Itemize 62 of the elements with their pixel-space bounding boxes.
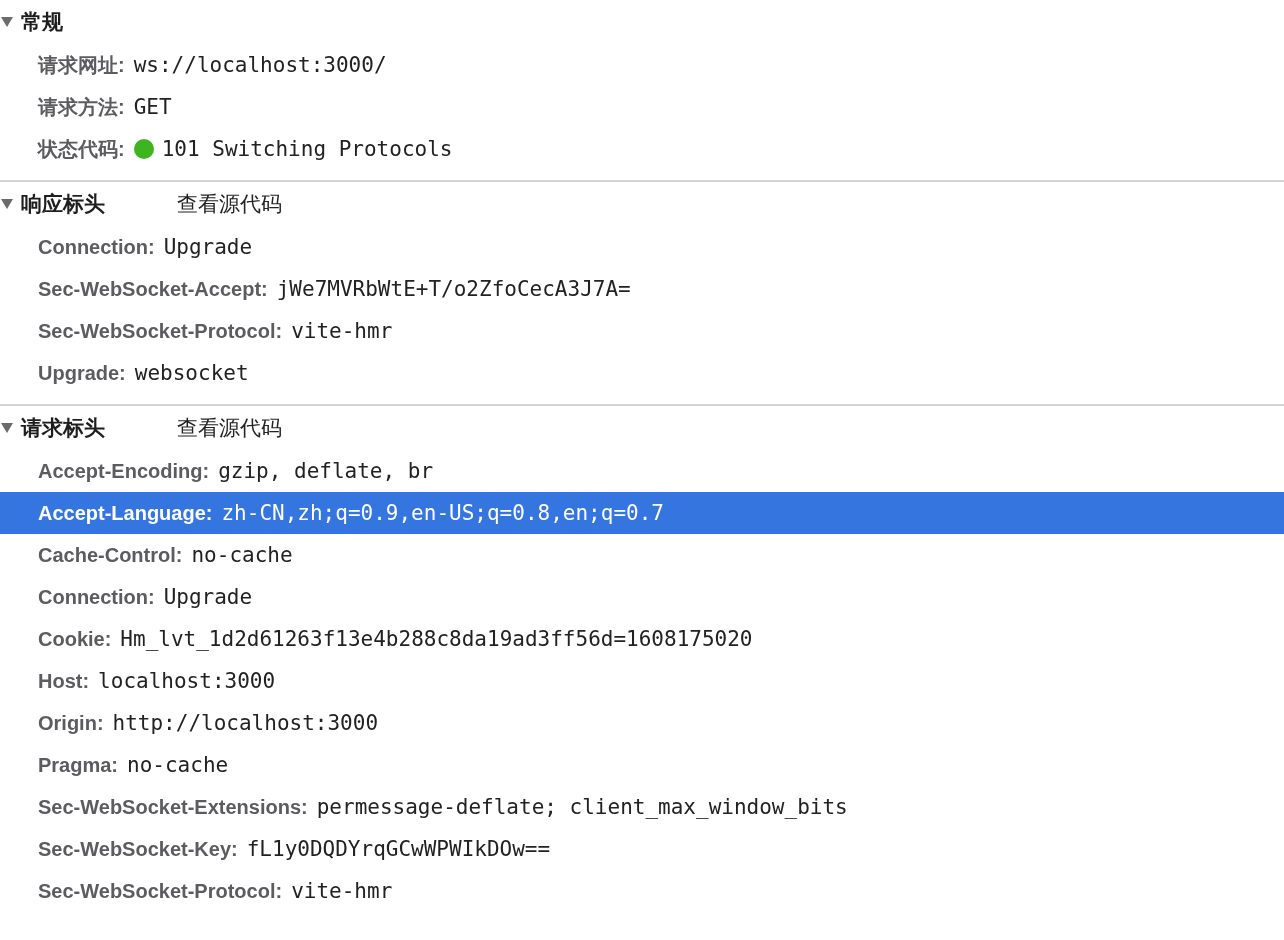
header-name: Sec-WebSocket-Protocol: <box>38 879 283 903</box>
header-value: Upgrade <box>163 585 253 609</box>
header-value: vite-hmr <box>291 319 393 343</box>
header-name: Sec-WebSocket-Accept: <box>38 277 268 301</box>
header-value: gzip, deflate, br <box>218 459 434 483</box>
header-name: Pragma: <box>38 753 119 777</box>
header-name: 状态代码: <box>38 136 125 162</box>
header-row[interactable]: Connection: Upgrade <box>0 576 1284 618</box>
header-row[interactable]: 请求网址: ws://localhost:3000/ <box>0 44 1284 86</box>
view-source-link[interactable]: 查看源代码 <box>177 414 282 442</box>
header-row[interactable]: Sec-WebSocket-Protocol: vite-hmr <box>0 310 1284 352</box>
header-name: Connection: <box>38 235 155 259</box>
header-row[interactable]: Connection: Upgrade <box>0 226 1284 268</box>
header-row[interactable]: 状态代码: 101 Switching Protocols <box>0 128 1284 170</box>
header-row[interactable]: Sec-WebSocket-Extensions: permessage-deflate; client_max_window_bits <box>0 786 1284 828</box>
header-name: Sec-WebSocket-Protocol: <box>38 319 283 343</box>
header-name: Upgrade: <box>38 361 126 385</box>
header-row[interactable]: Cache-Control: no-cache <box>0 534 1284 576</box>
section-title: 常规 <box>21 9 64 35</box>
header-name: Cookie: <box>38 627 112 651</box>
disclosure-triangle-icon[interactable] <box>1 17 13 27</box>
header-row[interactable]: Sec-WebSocket-Protocol: vite-hmr <box>0 870 1284 912</box>
header-value: GET <box>133 95 172 119</box>
header-name: Accept-Language: <box>38 501 213 525</box>
disclosure-triangle-icon[interactable] <box>1 423 13 433</box>
header-name: Origin: <box>38 711 104 735</box>
header-name: Connection: <box>38 585 155 609</box>
header-name: Cache-Control: <box>38 543 183 567</box>
header-row[interactable]: Host: localhost:3000 <box>0 660 1284 702</box>
header-value: websocket <box>134 361 249 385</box>
header-row[interactable]: Cookie: Hm_lvt_1d2d61263f13e4b288c8da19ad3ff56d=1608175020 <box>0 618 1284 660</box>
header-row[interactable]: Accept-Encoding: gzip, deflate, br <box>0 450 1284 492</box>
header-value: Hm_lvt_1d2d61263f13e4b288c8da19ad3ff56d=1608175020 <box>120 627 753 651</box>
header-name: Sec-WebSocket-Key: <box>38 837 238 861</box>
header-name: Host: <box>38 669 90 693</box>
header-value: zh-CN,zh;q=0.9,en-US;q=0.8,en;q=0.7 <box>221 501 664 525</box>
header-value: 101 Switching Protocols <box>161 137 453 161</box>
header-row[interactable]: Sec-WebSocket-Accept: jWe7MVRbWtE+T/o2ZfoCecA3J7A= <box>0 268 1284 310</box>
section-title: 请求标头 <box>21 415 106 441</box>
header-value: permessage-deflate; client_max_window_bits <box>316 795 848 819</box>
header-name: 请求网址: <box>38 52 125 78</box>
disclosure-triangle-icon[interactable] <box>1 199 13 209</box>
header-name: Sec-WebSocket-Extensions: <box>38 795 308 819</box>
header-row[interactable]: Sec-WebSocket-Key: fL1y0DQDYrqGCwWPWIkDOw== <box>0 828 1284 870</box>
header-value: no-cache <box>127 753 229 777</box>
header-value: fL1y0DQDYrqGCwWPWIkDOw== <box>246 837 551 861</box>
header-value: localhost:3000 <box>98 669 276 693</box>
header-row[interactable]: Origin: http://localhost:3000 <box>0 702 1284 744</box>
header-name: 请求方法: <box>38 94 125 120</box>
header-name: Accept-Encoding: <box>38 459 210 483</box>
header-row[interactable]: Accept-Language: zh-CN,zh;q=0.9,en-US;q=0.8,en;q=0.7 <box>0 492 1284 534</box>
header-value: Upgrade <box>163 235 253 259</box>
header-row[interactable]: Upgrade: websocket <box>0 352 1284 394</box>
header-value: no-cache <box>191 543 293 567</box>
header-value: ws://localhost:3000/ <box>133 53 387 77</box>
header-row[interactable]: Pragma: no-cache <box>0 744 1284 786</box>
header-value: vite-hmr <box>291 879 393 903</box>
header-row[interactable]: 请求方法: GET <box>0 86 1284 128</box>
view-source-link[interactable]: 查看源代码 <box>177 190 282 218</box>
header-value: jWe7MVRbWtE+T/o2ZfoCecA3J7A= <box>276 277 631 301</box>
header-value: http://localhost:3000 <box>112 711 379 735</box>
section-title: 响应标头 <box>21 191 106 217</box>
